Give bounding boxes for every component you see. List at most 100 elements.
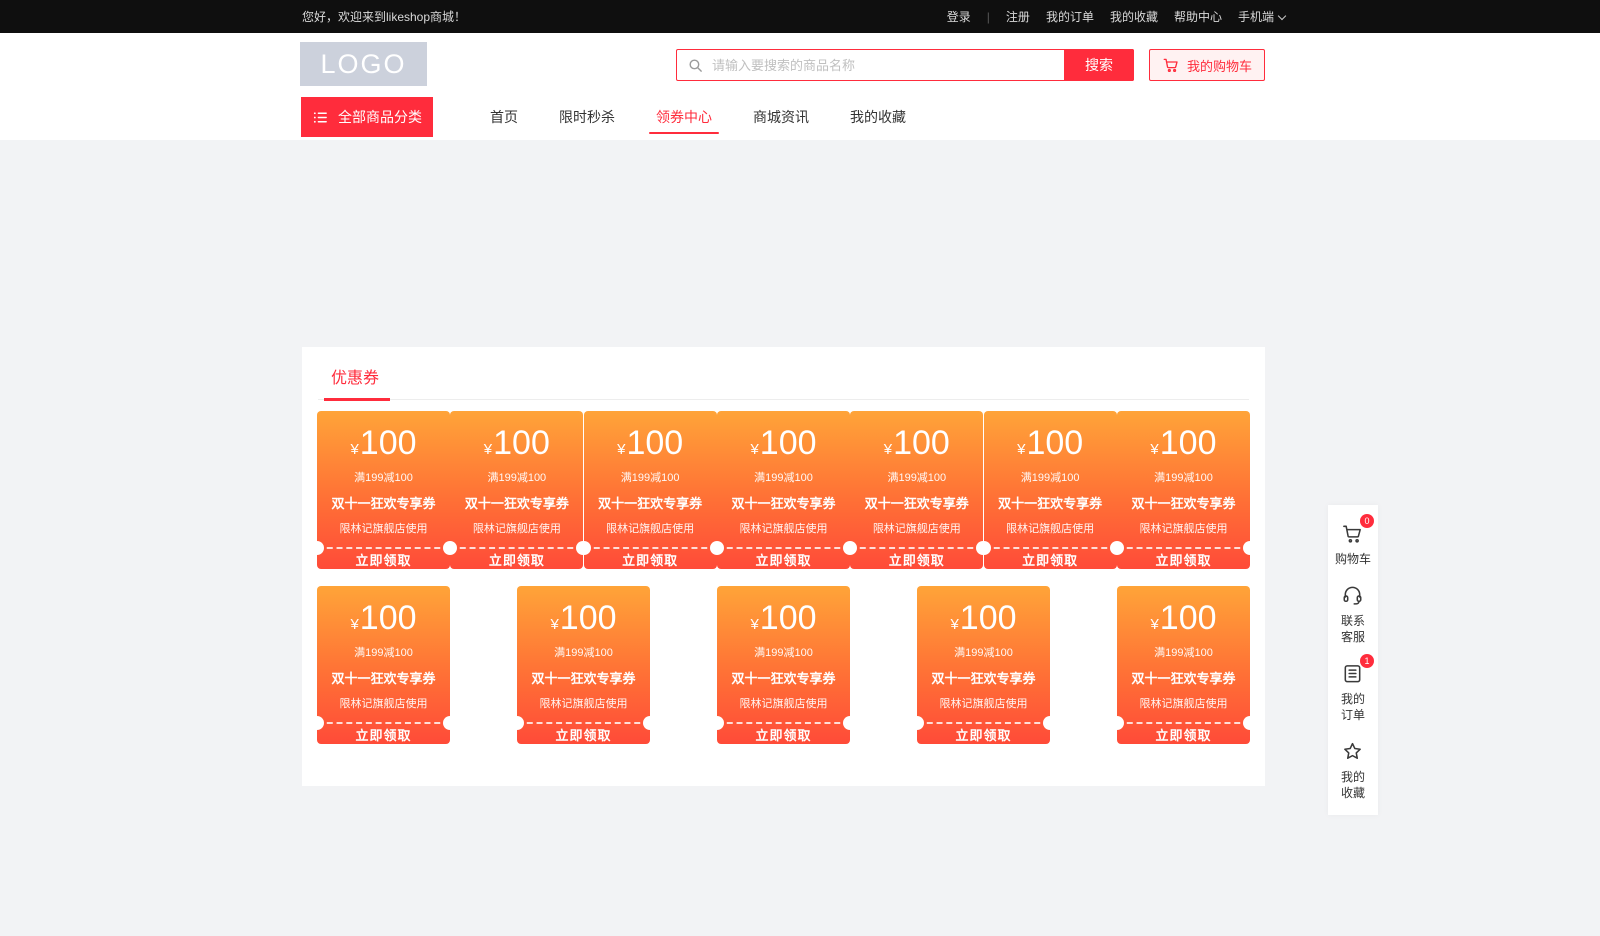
coupon-scope: 限林记旗舰店使用 — [1140, 695, 1228, 711]
nav-item-my-favorites[interactable]: 我的收藏 — [848, 97, 908, 137]
claim-button[interactable]: 立即领取 — [1117, 549, 1250, 569]
coupon-tear-line — [850, 547, 983, 549]
coupon-amount: ¥100 — [750, 425, 816, 461]
coupon-amount: ¥100 — [350, 600, 416, 636]
coupon-tear-line — [317, 722, 450, 724]
claim-button[interactable]: 立即领取 — [850, 549, 983, 569]
coupon-scope: 限林记旗舰店使用 — [340, 520, 428, 536]
nav-item-home[interactable]: 首页 — [488, 97, 520, 137]
coupon-tear-line — [717, 547, 850, 549]
topbar-link-mobile[interactable]: 手机端 — [1238, 8, 1285, 25]
coupon-grid: ¥100 满199减100 双十一狂欢专享券 限林记旗舰店使用 立即领取 ¥10… — [317, 411, 1250, 744]
nav-item-flash-sale[interactable]: 限时秒杀 — [557, 97, 617, 137]
coupon-name: 双十一狂欢专享券 — [331, 493, 435, 512]
coupon-tear-line — [584, 547, 717, 549]
coupon-name: 双十一狂欢专享券 — [465, 493, 569, 512]
coupon-condition: 满199减100 — [354, 644, 413, 660]
category-button[interactable]: 全部商品分类 — [301, 97, 433, 137]
currency-symbol: ¥ — [350, 441, 358, 458]
coupon-scope: 限林记旗舰店使用 — [606, 520, 694, 536]
main-nav: 全部商品分类 首页 限时秒杀 领券中心 商城资讯 我的收藏 — [301, 97, 908, 137]
currency-symbol: ¥ — [550, 616, 558, 633]
coupon-tear-line — [917, 722, 1050, 724]
search-input[interactable] — [704, 50, 1064, 80]
header: LOGO 搜索 我的购物车 — [0, 33, 1600, 140]
orders-badge: 1 — [1360, 654, 1374, 668]
claim-button[interactable]: 立即领取 — [450, 549, 583, 569]
currency-symbol: ¥ — [1150, 616, 1158, 633]
search-button[interactable]: 搜索 — [1064, 49, 1134, 81]
coupon-tear-line — [717, 722, 850, 724]
coupon-amount: ¥100 — [1017, 425, 1083, 461]
coupon-card: ¥100 满199减100 双十一狂欢专享券 限林记旗舰店使用 立即领取 — [317, 586, 450, 744]
coupon-amount-value: 100 — [760, 599, 817, 637]
claim-button[interactable]: 立即领取 — [984, 549, 1117, 569]
side-item-label: 我的 订单 — [1341, 691, 1365, 723]
coupon-card: ¥100 满199减100 双十一狂欢专享券 限林记旗舰店使用 立即领取 — [317, 411, 450, 569]
coupon-scope: 限林记旗舰店使用 — [340, 695, 428, 711]
logo[interactable]: LOGO — [300, 42, 427, 86]
currency-symbol: ¥ — [750, 616, 758, 633]
currency-symbol: ¥ — [950, 616, 958, 633]
side-item-my-favorites[interactable]: 我的 收藏 — [1341, 739, 1365, 801]
coupon-scope: 限林记旗舰店使用 — [940, 695, 1028, 711]
coupon-name: 双十一狂欢专享券 — [731, 493, 835, 512]
panel-tab-coupons[interactable]: 优惠券 — [331, 364, 379, 388]
topbar-link-help-center[interactable]: 帮助中心 — [1174, 8, 1222, 25]
coupon-tear-line — [450, 547, 583, 549]
topbar-links: 登录 | 注册 我的订单 我的收藏 帮助中心 手机端 — [947, 8, 1285, 25]
list-icon — [312, 109, 329, 126]
coupon-scope: 限林记旗舰店使用 — [473, 520, 561, 536]
coupon-amount: ¥100 — [350, 425, 416, 461]
coupon-amount: ¥100 — [550, 600, 616, 636]
coupon-amount-value: 100 — [1160, 424, 1217, 462]
coupon-amount: ¥100 — [750, 600, 816, 636]
cart-icon — [1162, 56, 1180, 74]
coupon-condition: 满199减100 — [954, 644, 1013, 660]
coupon-name: 双十一狂欢专享券 — [931, 668, 1035, 687]
claim-button[interactable]: 立即领取 — [717, 724, 850, 744]
topbar: 您好，欢迎来到likeshop商城！ 登录 | 注册 我的订单 我的收藏 帮助中… — [0, 0, 1600, 33]
side-item-label: 购物车 — [1335, 551, 1371, 567]
side-item-customer-service[interactable]: 联系 客服 — [1341, 583, 1365, 645]
my-cart-button[interactable]: 我的购物车 — [1149, 49, 1265, 81]
panel-tab-underline — [324, 398, 390, 401]
coupon-card: ¥100 满199减100 双十一狂欢专享券 限林记旗舰店使用 立即领取 — [717, 586, 850, 744]
coupon-scope: 限林记旗舰店使用 — [1139, 520, 1227, 536]
side-item-my-orders[interactable]: 1 我的 订单 — [1341, 661, 1365, 723]
coupon-name: 双十一狂欢专享券 — [865, 493, 969, 512]
claim-button[interactable]: 立即领取 — [1117, 724, 1250, 744]
claim-button[interactable]: 立即领取 — [917, 724, 1050, 744]
coupon-amount-value: 100 — [560, 599, 617, 637]
claim-button[interactable]: 立即领取 — [317, 549, 450, 569]
coupon-name: 双十一狂欢专享券 — [1131, 493, 1235, 512]
side-item-label: 我的 收藏 — [1341, 769, 1365, 801]
side-item-cart[interactable]: 0 购物车 — [1335, 521, 1371, 567]
claim-button[interactable]: 立即领取 — [717, 549, 850, 569]
topbar-link-my-orders[interactable]: 我的订单 — [1046, 8, 1094, 25]
coupon-card: ¥100 满199减100 双十一狂欢专享券 限林记旗舰店使用 立即领取 — [717, 411, 850, 569]
claim-button[interactable]: 立即领取 — [517, 724, 650, 744]
currency-symbol: ¥ — [484, 441, 492, 458]
coupon-tear-line — [517, 722, 650, 724]
topbar-link-register[interactable]: 注册 — [1006, 8, 1030, 25]
category-button-label: 全部商品分类 — [338, 107, 422, 127]
topbar-link-my-favorites[interactable]: 我的收藏 — [1110, 8, 1158, 25]
coupon-tear-line — [984, 547, 1117, 549]
claim-button[interactable]: 立即领取 — [317, 724, 450, 744]
coupon-condition: 满199减100 — [554, 644, 613, 660]
coupon-card: ¥100 满199减100 双十一狂欢专享券 限林记旗舰店使用 立即领取 — [1117, 586, 1250, 744]
nav-item-coupon-center[interactable]: 领券中心 — [654, 97, 714, 137]
coupon-amount-value: 100 — [893, 424, 950, 462]
coupon-scope: 限林记旗舰店使用 — [740, 695, 828, 711]
coupon-condition: 满199减100 — [754, 644, 813, 660]
topbar-link-login[interactable]: 登录 — [947, 8, 971, 25]
topbar-welcome: 您好，欢迎来到likeshop商城！ — [302, 8, 466, 25]
claim-button[interactable]: 立即领取 — [584, 549, 717, 569]
coupon-scope: 限林记旗舰店使用 — [739, 520, 827, 536]
coupon-condition: 满199减100 — [621, 469, 680, 485]
coupon-name: 双十一狂欢专享券 — [731, 668, 835, 687]
headset-icon — [1341, 584, 1364, 607]
search-icon — [687, 57, 704, 74]
nav-item-mall-news[interactable]: 商城资讯 — [751, 97, 811, 137]
